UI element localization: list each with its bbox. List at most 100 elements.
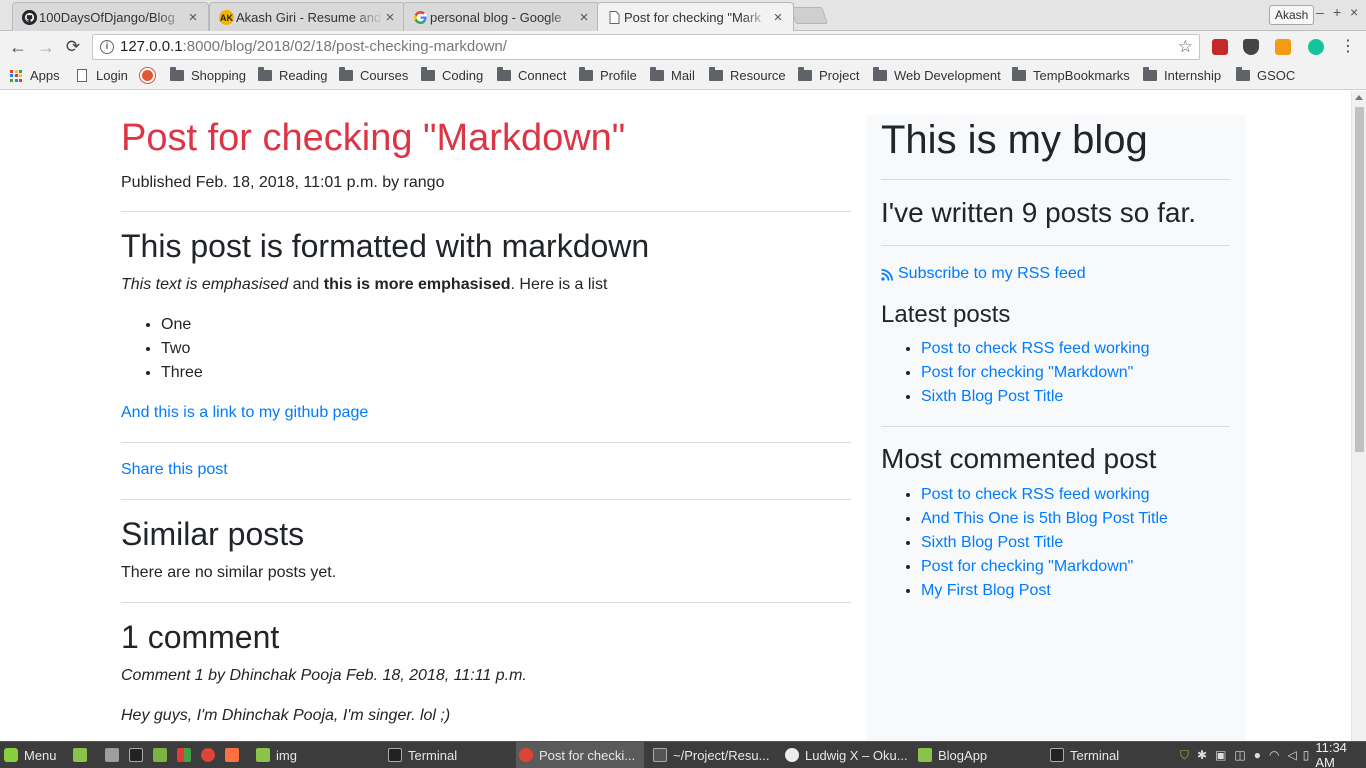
commented-post-link[interactable]: My First Blog Post bbox=[921, 582, 1051, 599]
page-scrollbar[interactable] bbox=[1351, 91, 1366, 741]
share-post-link[interactable]: Share this post bbox=[121, 461, 228, 479]
terminal-launcher-icon[interactable] bbox=[129, 748, 143, 762]
tab-title: Akash Giri - Resume and bbox=[236, 9, 382, 25]
network-icon[interactable]: ◫ bbox=[1234, 748, 1245, 762]
browser-tab-active[interactable]: Post for checking "Mark × bbox=[597, 2, 794, 31]
tab-title: personal blog - Google bbox=[430, 9, 562, 25]
folder-icon bbox=[873, 67, 887, 81]
bookmark-login[interactable]: Login bbox=[77, 68, 128, 83]
folder-icon bbox=[1143, 67, 1157, 81]
bookmark-folder-gsoc[interactable]: GSOC bbox=[1236, 67, 1295, 83]
chrome-launcher-icon[interactable] bbox=[201, 748, 215, 762]
bookmark-folder-coding[interactable]: Coding bbox=[421, 67, 483, 83]
github-link[interactable]: And this is a link to my github page bbox=[121, 404, 368, 422]
bookmark-folder-tempbookmarks[interactable]: TempBookmarks bbox=[1012, 67, 1130, 83]
taskbar-window-blogapp[interactable]: BlogApp bbox=[916, 742, 1041, 768]
close-icon[interactable]: × bbox=[577, 9, 591, 26]
reload-icon[interactable]: ⟳ bbox=[63, 37, 83, 57]
divider bbox=[881, 245, 1230, 246]
post-body-paragraph: This text is emphasised and this is more… bbox=[121, 276, 608, 293]
post-meta: Published Feb. 18, 2018, 11:01 p.m. by r… bbox=[121, 174, 445, 191]
maximize-icon[interactable]: + bbox=[1333, 4, 1341, 20]
duckduckgo-icon bbox=[140, 68, 155, 83]
system-tray: ⛉ ✱ ▣ ◫ ● ◠ ◁ ▯ 11:34 AM bbox=[1180, 740, 1366, 768]
bookmark-folder-courses[interactable]: Courses bbox=[339, 67, 408, 83]
os-taskbar: Menu img Terminal Post for checki... ~/P… bbox=[0, 740, 1366, 768]
clipboard-icon[interactable]: ▣ bbox=[1215, 748, 1226, 762]
scrollbar-thumb[interactable] bbox=[1355, 107, 1364, 452]
rss-extension-icon[interactable] bbox=[1275, 39, 1291, 55]
back-arrow-icon[interactable]: ← bbox=[8, 37, 28, 57]
browser-tab[interactable]: 100DaysOfDjango/Blog × bbox=[12, 2, 209, 31]
bookmark-duckduckgo[interactable] bbox=[140, 68, 162, 83]
folder-icon bbox=[256, 748, 270, 762]
browser-tab[interactable]: personal blog - Google × bbox=[403, 2, 600, 31]
screenshot-icon[interactable] bbox=[105, 748, 119, 762]
commented-post-link[interactable]: And This One is 5th Blog Post Title bbox=[921, 510, 1168, 527]
browser-tab[interactable]: AK Akash Giri - Resume and × bbox=[209, 2, 406, 31]
start-menu-button[interactable]: Menu bbox=[4, 742, 57, 768]
folder-icon bbox=[421, 67, 435, 81]
bluetooth-icon[interactable]: ✱ bbox=[1197, 748, 1207, 762]
bookmark-folder-mail[interactable]: Mail bbox=[650, 67, 695, 83]
close-icon[interactable]: × bbox=[186, 9, 200, 26]
minimize-icon[interactable]: – bbox=[1316, 4, 1324, 20]
pocket-icon[interactable] bbox=[1243, 39, 1259, 55]
taskbar-window-music[interactable]: Ludwig X – Oku... bbox=[783, 742, 908, 768]
close-icon[interactable]: × bbox=[771, 9, 785, 26]
forward-arrow-icon[interactable]: → bbox=[36, 37, 56, 57]
battery-icon[interactable]: ▯ bbox=[1303, 748, 1310, 762]
wifi-icon[interactable]: ◠ bbox=[1269, 748, 1279, 762]
shield-icon[interactable]: ⛉ bbox=[1180, 748, 1189, 763]
close-window-icon[interactable]: × bbox=[1350, 4, 1358, 20]
user-icon[interactable]: ● bbox=[1254, 748, 1261, 762]
bookmark-star-icon[interactable]: ☆ bbox=[1178, 35, 1193, 59]
volume-icon[interactable]: ◁ bbox=[1288, 748, 1297, 762]
post-count: I've written 9 posts so far. bbox=[881, 197, 1197, 228]
scroll-up-icon[interactable] bbox=[1355, 95, 1363, 100]
folder-icon bbox=[258, 67, 272, 81]
new-tab-button[interactable] bbox=[790, 7, 828, 24]
close-icon[interactable]: × bbox=[383, 9, 397, 26]
commented-post-link[interactable]: Post for checking "Markdown" bbox=[921, 558, 1133, 575]
latest-post-link[interactable]: Post for checking "Markdown" bbox=[921, 364, 1133, 381]
folder-icon bbox=[579, 67, 593, 81]
bookmark-apps[interactable]: Apps bbox=[10, 68, 60, 83]
browser-toolbar: ← → ⟳ i 127.0.0.1:8000/blog/2018/02/18/p… bbox=[0, 31, 1366, 63]
taskbar-window-chrome[interactable]: Post for checki... bbox=[516, 742, 644, 768]
show-desktop-icon[interactable] bbox=[73, 748, 87, 762]
commented-post-link[interactable]: Post to check RSS feed working bbox=[921, 486, 1150, 503]
url-path: :8000/blog/2018/02/18/post-checking-mark… bbox=[182, 38, 507, 55]
tab-title: Post for checking "Mark bbox=[624, 9, 761, 25]
post-title: Post for checking "Markdown" bbox=[121, 117, 626, 159]
bookmark-folder-connect[interactable]: Connect bbox=[497, 67, 566, 83]
rss-subscribe-link[interactable]: Subscribe to my RSS feed bbox=[881, 265, 1086, 283]
taskbar-window-sublime[interactable]: ~/Project/Resu... bbox=[651, 742, 776, 768]
profile-button[interactable]: Akash bbox=[1269, 5, 1315, 25]
folder-icon bbox=[170, 67, 184, 81]
taskbar-window-terminal[interactable]: Terminal bbox=[386, 742, 511, 768]
bookmark-folder-internship[interactable]: Internship bbox=[1143, 67, 1221, 83]
bookmark-folder-reading[interactable]: Reading bbox=[258, 67, 327, 83]
extension-book-icon[interactable] bbox=[1212, 39, 1228, 55]
bookmark-folder-resource[interactable]: Resource bbox=[709, 67, 786, 83]
divider bbox=[121, 442, 851, 443]
apps-launcher-icon[interactable] bbox=[177, 748, 191, 762]
commented-post-link[interactable]: Sixth Blog Post Title bbox=[921, 534, 1063, 551]
taskbar-window-terminal-2[interactable]: Terminal bbox=[1048, 742, 1173, 768]
bookmark-folder-profile[interactable]: Profile bbox=[579, 67, 637, 83]
taskbar-window-img[interactable]: img bbox=[254, 742, 379, 768]
bookmark-folder-shopping[interactable]: Shopping bbox=[170, 67, 246, 83]
sublime-launcher-icon[interactable] bbox=[225, 748, 239, 762]
latest-post-link[interactable]: Post to check RSS feed working bbox=[921, 340, 1150, 357]
files-launcher-icon[interactable] bbox=[153, 748, 167, 762]
latest-post-link[interactable]: Sixth Blog Post Title bbox=[921, 388, 1063, 405]
bookmark-folder-project[interactable]: Project bbox=[798, 67, 859, 83]
bookmark-folder-web-development[interactable]: Web Development bbox=[873, 67, 1001, 83]
menu-kebab-icon[interactable]: ⋮ bbox=[1338, 37, 1358, 57]
sidebar-title: This is my blog bbox=[881, 118, 1148, 162]
clock[interactable]: 11:34 AM bbox=[1315, 740, 1366, 768]
grammarly-icon[interactable] bbox=[1308, 39, 1324, 55]
address-bar[interactable]: i 127.0.0.1:8000/blog/2018/02/18/post-ch… bbox=[92, 34, 1200, 60]
info-icon[interactable]: i bbox=[100, 40, 114, 54]
